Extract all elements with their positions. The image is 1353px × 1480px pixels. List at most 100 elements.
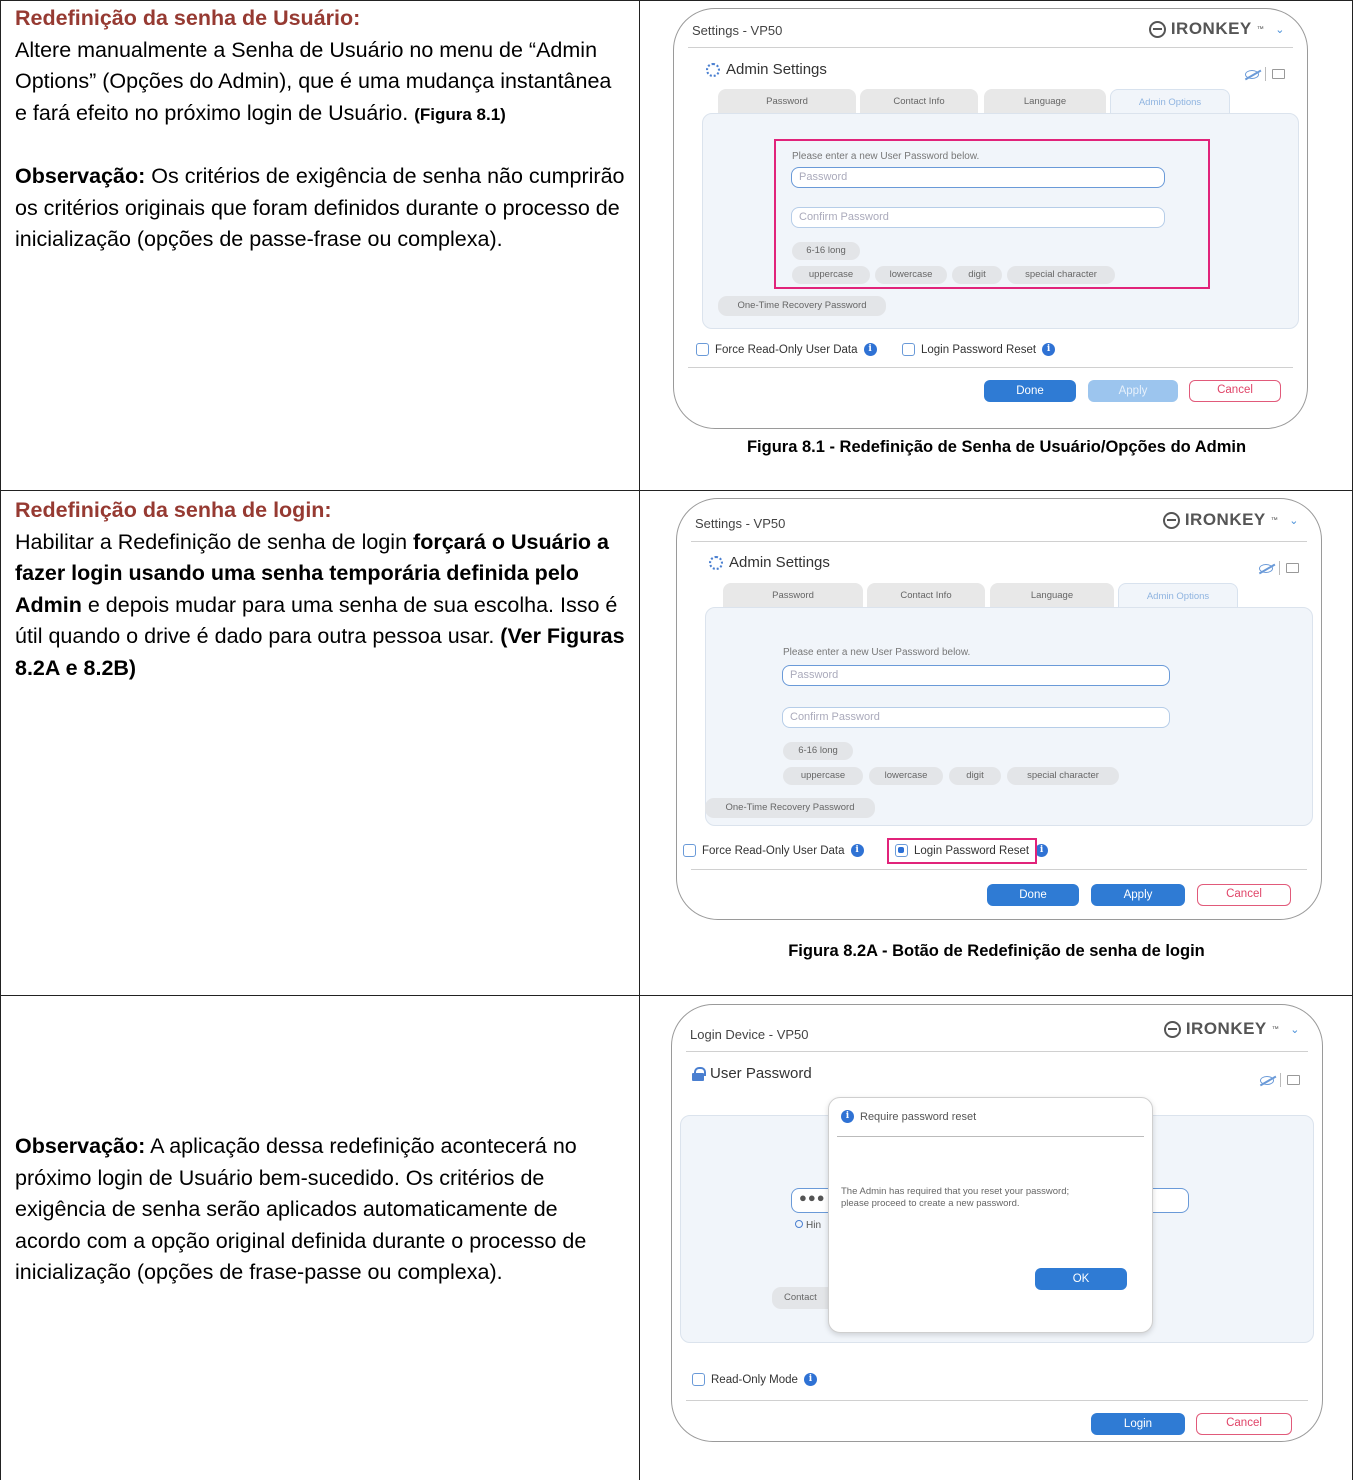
checkbox-box[interactable] [692, 1373, 705, 1386]
row-1-heading: Redefinição da senha de Usuário: [15, 6, 361, 30]
login-button[interactable]: Login [1091, 1413, 1185, 1435]
checkbox-box[interactable] [696, 343, 709, 356]
keyboard-icon[interactable] [1272, 69, 1285, 79]
tab-language[interactable]: Language [990, 583, 1114, 607]
hide-password-icon[interactable] [1259, 563, 1273, 573]
figure-8-1-caption: Figura 8.1 - Redefinição de Senha de Usu… [746, 438, 1247, 456]
tab-language[interactable]: Language [984, 89, 1106, 113]
admin-settings-title: Admin Settings [706, 61, 827, 78]
title-divider [691, 541, 1307, 542]
checkbox-box[interactable] [902, 343, 915, 356]
footer-divider [686, 1400, 1308, 1401]
ironkey-logo-icon [1162, 511, 1180, 529]
keyboard-icon[interactable] [1286, 563, 1299, 573]
info-icon[interactable]: i [1035, 844, 1049, 857]
row-3-note: Observação: A aplicação dessa redefiniçã… [15, 1131, 625, 1289]
row-2-text: Redefinição da senha de login: Habilitar… [15, 495, 625, 684]
table-border-left [0, 0, 1, 1480]
require-reset-dialog: i Require password reset The Admin has r… [828, 1097, 1153, 1333]
keyboard-icon[interactable] [1287, 1075, 1300, 1085]
apply-button[interactable]: Apply [1088, 380, 1178, 402]
settings-window-fig-8-2a: Settings - VP50 IRONKEY ™ ⌄ Admin Setting… [676, 498, 1322, 920]
section-label: Admin Settings [729, 554, 830, 571]
read-only-mode-checkbox[interactable]: Read-Only Mode i [692, 1373, 817, 1386]
row-1-figure-ref: (Figura 8.1) [414, 104, 506, 124]
settings-window-fig-8-1: Settings - VP50 IRONKEY ™ ⌄ Admin Setting… [673, 8, 1308, 429]
criteria-uppercase: uppercase [783, 767, 863, 785]
brand-mark: ™ [1256, 25, 1265, 33]
highlight-login-reset [887, 838, 1037, 864]
checkbox-box[interactable] [683, 844, 696, 857]
cancel-button[interactable]: Cancel [1189, 380, 1281, 402]
divider [1265, 67, 1266, 81]
info-icon: i [841, 1110, 854, 1123]
force-read-only-checkbox[interactable]: Force Read-Only User Data i [696, 343, 877, 356]
chevron-down-icon[interactable]: ⌄ [1290, 1023, 1300, 1036]
info-icon[interactable]: i [803, 1373, 817, 1386]
info-icon[interactable]: i [850, 844, 864, 857]
ironkey-logo-icon [1163, 1020, 1181, 1038]
done-button[interactable]: Done [984, 380, 1076, 402]
dialog-message: The Admin has required that you reset yo… [841, 1186, 1141, 1210]
info-icon[interactable]: i [863, 343, 877, 356]
gear-icon [706, 62, 720, 77]
brand-mark: ™ [1271, 1025, 1280, 1033]
ok-button[interactable]: OK [1035, 1268, 1127, 1290]
radio-icon[interactable] [795, 1220, 803, 1228]
table-row-divider-2 [0, 995, 1353, 996]
table-row-divider-1 [0, 490, 1353, 491]
password-input[interactable]: Password [782, 665, 1170, 686]
cancel-button[interactable]: Cancel [1197, 884, 1291, 906]
section-label: Admin Settings [726, 61, 827, 78]
toolbar-icons [1245, 67, 1285, 81]
footer-divider [691, 869, 1307, 870]
ironkey-logo: IRONKEY ™ ⌄ [1163, 1019, 1300, 1039]
login-password-reset-checkbox[interactable]: Login Password Reset i [902, 343, 1056, 356]
hide-password-icon[interactable] [1245, 69, 1259, 79]
tab-contact-info[interactable]: Contact Info [867, 583, 985, 607]
force-read-only-checkbox[interactable]: Force Read-Only User Data i [683, 844, 864, 857]
done-button[interactable]: Done [987, 884, 1079, 906]
toolbar-icons [1259, 561, 1299, 575]
ironkey-logo: IRONKEY ™ ⌄ [1148, 19, 1285, 39]
divider [1279, 561, 1280, 575]
apply-button[interactable]: Apply [1091, 884, 1185, 906]
title-divider [686, 1051, 1308, 1052]
hide-password-icon[interactable] [1260, 1075, 1274, 1085]
chevron-down-icon[interactable]: ⌄ [1275, 23, 1285, 36]
figure-8-2a-caption: Figura 8.2A - Botão de Redefinição de se… [788, 942, 1205, 960]
section-label: User Password [710, 1065, 812, 1082]
tab-contact-info[interactable]: Contact Info [860, 89, 978, 113]
one-time-recovery-button[interactable]: One-Time Recovery Password [705, 798, 875, 818]
login-window-fig-8-2b: Login Device - VP50 IRONKEY ™ ⌄ User Pass… [671, 1004, 1323, 1442]
footer-divider [688, 367, 1293, 368]
tab-password[interactable]: Password [718, 89, 856, 113]
ironkey-logo: IRONKEY ™ ⌄ [1162, 510, 1299, 530]
brand-name: IRONKEY [1185, 1019, 1267, 1038]
criteria-length: 6-16 long [783, 742, 853, 760]
dialog-title-text: Require password reset [860, 1110, 977, 1123]
one-time-recovery-button[interactable]: One-Time Recovery Password [718, 296, 886, 316]
toolbar-icons [1260, 1073, 1300, 1087]
row-1-text: Redefinição da senha de Usuário: Altere … [15, 3, 625, 256]
window-title: Settings - VP50 [695, 516, 786, 531]
row-1-paragraph: Altere manualmente a Senha de Usuário no… [15, 35, 625, 131]
cancel-button[interactable]: Cancel [1196, 1413, 1292, 1435]
info-icon[interactable]: i [1042, 343, 1056, 356]
force-read-only-label: Force Read-Only User Data [715, 343, 858, 356]
row-1-note-label: Observação: [15, 164, 146, 188]
lock-icon [692, 1066, 706, 1081]
brand-name: IRONKEY [1184, 510, 1266, 529]
hint-label: Hin [806, 1220, 822, 1231]
chevron-down-icon[interactable]: ⌄ [1289, 514, 1299, 527]
dialog-divider [837, 1136, 1144, 1137]
confirm-password-input[interactable]: Confirm Password [782, 707, 1170, 728]
hint-option[interactable]: Hin [795, 1220, 821, 1231]
tab-admin-options[interactable]: Admin Options [1110, 89, 1230, 113]
row-3-note-label: Observação: [15, 1134, 146, 1158]
new-password-prompt: Please enter a new User Password below. [783, 647, 971, 658]
window-title: Login Device - VP50 [690, 1027, 809, 1042]
tab-password[interactable]: Password [723, 583, 863, 607]
tab-admin-options[interactable]: Admin Options [1118, 583, 1238, 607]
row-1-note: Observação: Os critérios de exigência de… [15, 161, 625, 256]
